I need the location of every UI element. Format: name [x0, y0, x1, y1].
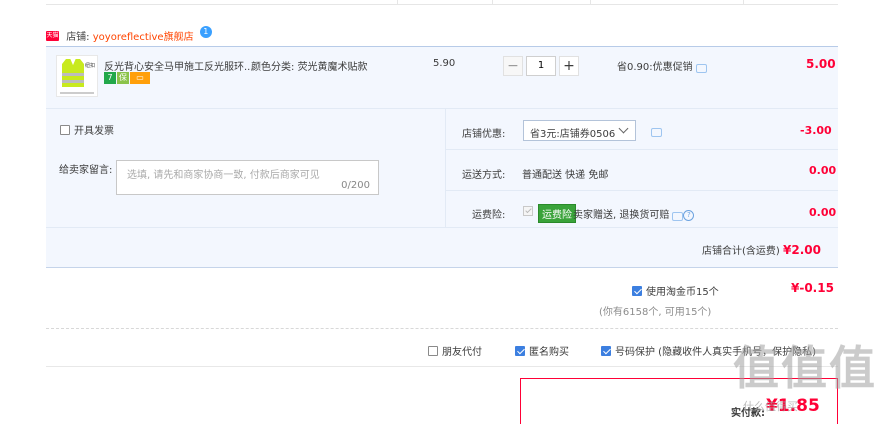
attr-label: 颜色分类: [251, 62, 295, 73]
friend-pay-label: 朋友代付 [442, 347, 482, 358]
taojinbi-label: 使用淘金币15个 [646, 287, 719, 298]
shop-total-label: 店铺合计(含运费) [702, 246, 780, 257]
coupon-amount: -3.00 [800, 124, 832, 137]
coupon-selected: 省3元:店铺券0506 [530, 129, 616, 140]
insurance-info: 卖家赠送, 退换货可赔? [573, 206, 695, 221]
header-separator [590, 0, 591, 5]
credit-card-icon[interactable]: ▭ [130, 72, 150, 84]
invoice-checkbox[interactable] [60, 124, 70, 135]
watermark-text: 什么值得买 [743, 400, 798, 413]
shipping-method: 普通配送 快递 免邮 [522, 170, 609, 181]
coupon-label: 店铺优惠: [462, 129, 506, 140]
shop-name-link[interactable]: yoyoreflective旗舰店 [93, 32, 194, 43]
insurance-text: 卖家赠送, 退换货可赔 [573, 210, 670, 221]
number-protect-checkbox[interactable] [601, 345, 611, 356]
friend-pay-checkbox[interactable] [428, 345, 438, 356]
comment-icon[interactable] [695, 63, 707, 73]
header-separator [492, 0, 493, 5]
unit-price: 5.90 [433, 58, 456, 69]
divider [46, 366, 838, 367]
seller-message-input[interactable]: 选填, 请先和商家协商一致, 付款后商家可见 0/200 [116, 160, 379, 195]
taojinbi-checkbox[interactable] [632, 285, 642, 296]
insurance-checkbox [523, 206, 533, 216]
qty-plus-button[interactable]: + [559, 56, 579, 76]
message-label: 给卖家留言: [59, 165, 113, 176]
coupon-select[interactable]: 省3元:店铺券0506 [523, 120, 636, 141]
shop-label: 店铺: [66, 32, 90, 43]
product-title-link[interactable]: 反光背心安全马甲施工反光服环... [104, 58, 254, 73]
friend-pay-option[interactable]: 朋友代付 [428, 343, 482, 358]
chevron-down-icon [618, 123, 629, 134]
anonymous-label: 匿名购买 [529, 347, 569, 358]
shipping-label: 运送方式: [462, 170, 506, 181]
insurance-label: 运费险: [472, 210, 506, 221]
seven-day-return-icon[interactable]: 7 [104, 72, 116, 84]
promo-text: 省0.90:优惠促销 [617, 62, 693, 73]
product-attribute: 颜色分类: 荧光黄魔术贴款 [251, 58, 368, 73]
header-separator [397, 0, 398, 5]
guarantee-icon[interactable]: 保 [117, 72, 129, 84]
message-placeholder: 选填, 请先和商家协商一致, 付款后商家可见 [127, 170, 320, 181]
comment-icon[interactable] [651, 127, 662, 137]
taojinbi-value: ¥-0.15 [791, 281, 834, 295]
shop-row: 天猫 店铺: yoyoreflective旗舰店 1 [46, 25, 212, 43]
invoice-label: 开具发票 [74, 126, 114, 137]
product-thumbnail[interactable]: 纽扣 [56, 55, 98, 97]
insurance-tag: 运费险 [538, 204, 576, 223]
item-subtotal: 5.00 [806, 57, 836, 71]
message-char-count: 0/200 [341, 180, 370, 191]
shop-total-value: ¥2.00 [783, 243, 821, 257]
insurance-amount: 0.00 [809, 206, 837, 219]
shop-total: 店铺合计(含运费) ¥2.00 [702, 242, 821, 257]
tmall-icon: 天猫 [46, 30, 59, 41]
service-badges: 7 保 ▭ [104, 72, 151, 84]
item-row [46, 46, 838, 109]
vest-image [62, 59, 84, 87]
wangwang-chat-icon[interactable]: 1 [199, 25, 212, 38]
anonymous-option[interactable]: 匿名购买 [515, 343, 569, 358]
attr-value: 荧光黄魔术贴款 [297, 62, 368, 73]
table-header-line [46, 4, 838, 5]
qty-minus-button[interactable]: − [503, 56, 523, 76]
anonymous-checkbox[interactable] [515, 345, 525, 356]
taojinbi-hint: (你有6158个, 可用15个) [599, 307, 712, 318]
divider [46, 328, 838, 329]
watermark-logo: 值值值 [733, 341, 877, 395]
thumb-brand: 纽扣 [84, 63, 95, 69]
header-separator [743, 0, 744, 5]
shipping-amount: 0.00 [809, 164, 837, 177]
help-icon[interactable]: ? [683, 209, 695, 221]
comment-icon[interactable] [672, 211, 684, 221]
taojinbi-option[interactable]: 使用淘金币15个 [632, 283, 719, 298]
qty-input[interactable]: 1 [526, 56, 556, 76]
promo-info: 省0.90:优惠促销 [617, 58, 707, 73]
invoice-option[interactable]: 开具发票 [60, 122, 114, 137]
